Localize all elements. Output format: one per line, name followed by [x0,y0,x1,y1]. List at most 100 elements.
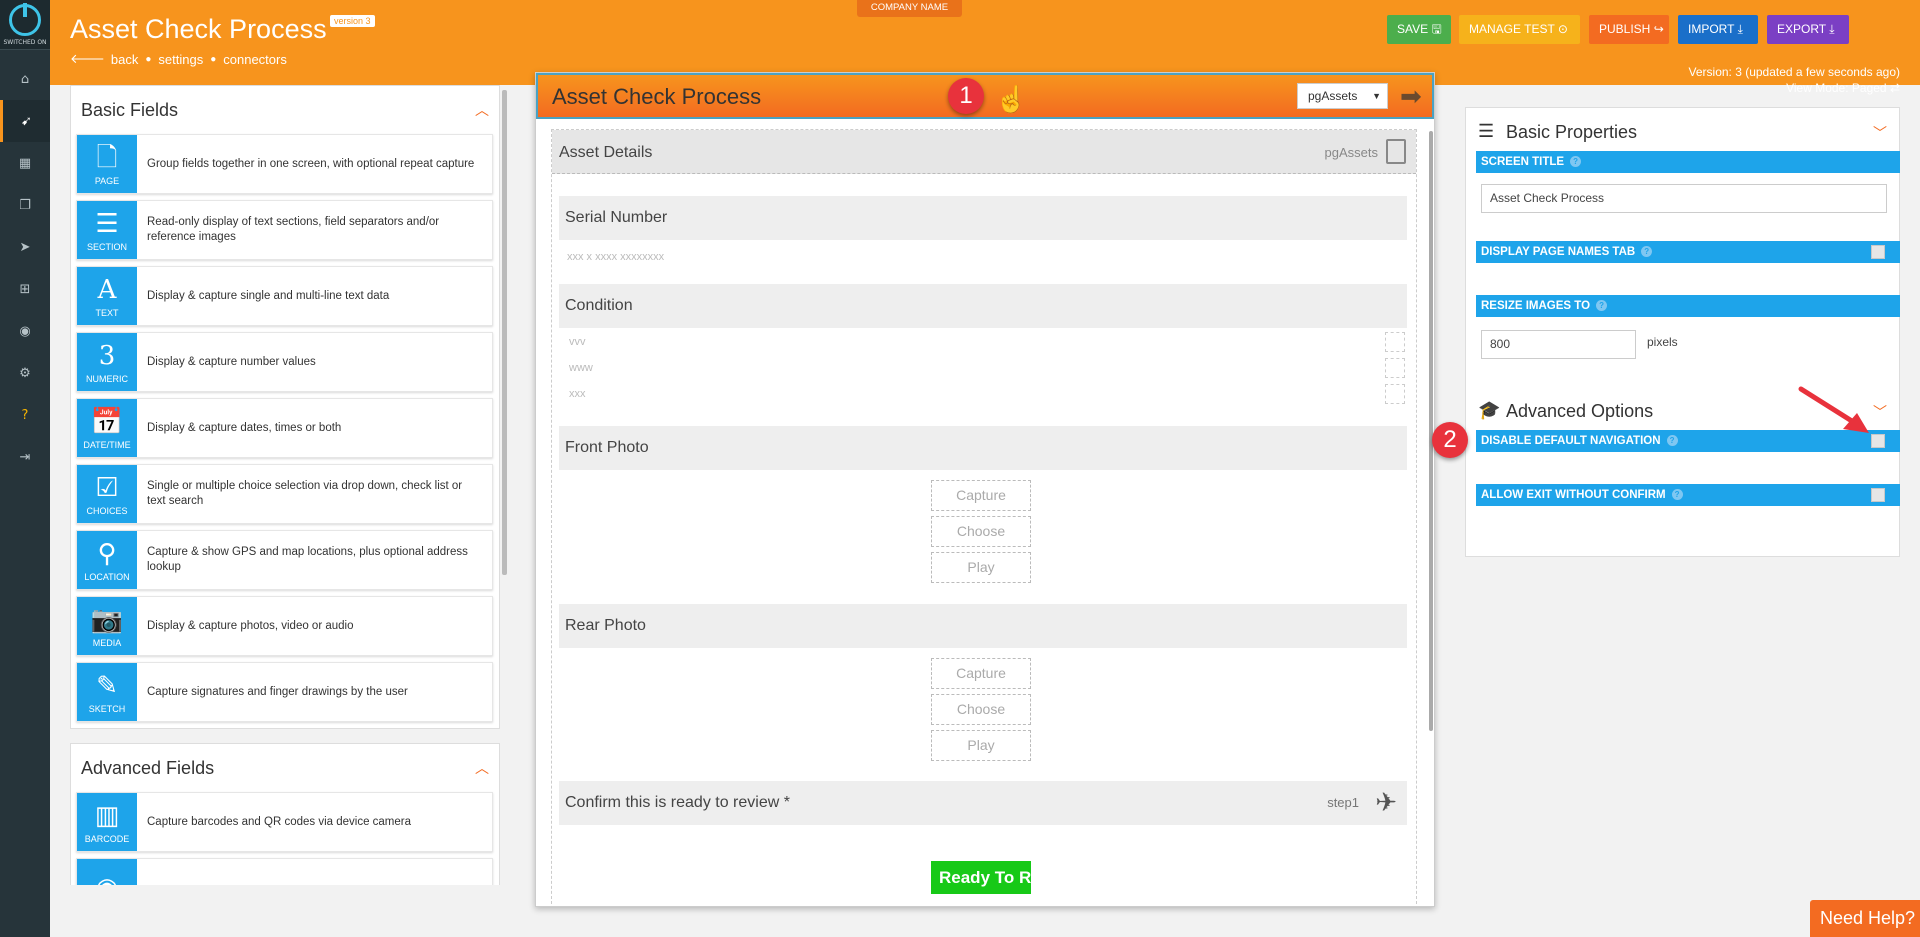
manage-test-button[interactable]: MANAGE TEST ⊙ [1459,15,1580,44]
condition-option[interactable]: vvv [567,330,1405,354]
field-card-date-time[interactable]: 📅 DATE/TIME Display & capture dates, times… [76,398,493,458]
advanced-options-title: Advanced Options [1506,401,1654,421]
checkbox [1385,384,1405,404]
field-card-section[interactable]: ☰ SECTION Read-only display of text sectio… [76,200,493,260]
confirm-field[interactable]: Confirm this is ready to review * step1 … [559,781,1407,825]
section-icon: ☰ SECTION [77,201,137,259]
field-card-text[interactable]: A TEXT Display & capture single and multi-… [76,266,493,326]
field-label: Condition [565,297,633,314]
field-card-location[interactable]: ⚲ LOCATION Capture & show GPS and map loca… [76,530,493,590]
caret-down-icon: ▼ [1372,91,1381,101]
allow-exit-label: ALLOW EXIT WITHOUT CONFIRM? [1476,484,1900,506]
page-icon: 🗋 PAGE [77,135,137,193]
resize-images-input[interactable]: 800 [1481,330,1636,359]
chevron-up-icon[interactable]: ︿ [475,758,489,778]
rocket-icon[interactable]: ➹ [0,100,50,142]
step-name: step1 [1327,795,1359,810]
basic-properties-title: Basic Properties [1506,122,1638,142]
condition-option[interactable]: xxx [567,382,1405,406]
play-circle-icon: ⊙ [1557,22,1568,36]
breadcrumb-back-link[interactable]: back [111,52,138,67]
table-icon[interactable]: ▦ [0,142,50,184]
field-type-name: SKETCH [88,704,126,714]
breadcrumb-separator: ● [145,53,152,65]
basic-fields-header[interactable]: Basic Fields ︿ [71,86,499,134]
publish-button[interactable]: PUBLISH ↪ [1589,15,1669,44]
basic-fields-section: Basic Fields ︿ 🗋 PAGE Group fields togethe… [70,85,500,729]
condition-field[interactable]: Condition [559,284,1407,328]
numeric-icon: 3 NUMERIC [77,333,137,391]
view-mode[interactable]: View Mode: Paged ⇄ [1689,80,1900,96]
app-logo[interactable]: SWITCHED ON [0,0,50,50]
field-type-name: PAGE [94,176,120,186]
cogs-icon[interactable]: ⚙ [0,352,50,394]
breadcrumb: 🡐 back ● settings ● connectors [70,51,287,67]
import-button[interactable]: IMPORT ⤓ [1678,15,1758,44]
field-description: Read-only display of text sections, fiel… [147,216,440,243]
allow-exit-checkbox[interactable] [1871,488,1885,502]
page-icon [1386,139,1406,164]
media-icon: 📷 MEDIA [77,597,137,655]
choose-button[interactable]: Choose [931,694,1031,725]
canvas-header[interactable]: Asset Check Process pgAssets ▼ ➡ [536,73,1434,119]
power-icon [9,3,41,36]
ready-to-review-button[interactable]: Ready To R [931,861,1031,894]
field-card-sketch[interactable]: ✎ SKETCH Capture signatures and finger dra… [76,662,493,722]
field-description: Group fields together in one screen, wit… [147,157,475,170]
play-button[interactable]: Play [931,552,1031,583]
field-type-name: NUMERIC [86,374,128,384]
capture-button[interactable]: Capture [931,658,1031,689]
field-description: Display & capture dates, times or both [147,421,342,434]
field-description: Single or multiple choice selection via … [147,480,463,507]
condition-option[interactable]: www [567,356,1405,380]
graduation-cap-icon: 🎓 [1478,400,1501,420]
annotation-arrow-icon [1798,386,1869,433]
field-description: Capture barcodes and QR codes via device… [147,815,412,828]
copy-icon[interactable]: ❐ [0,184,50,226]
field-card-partial[interactable]: ◉ [76,858,493,885]
page-select[interactable]: pgAssets ▼ [1297,83,1388,109]
front-photo-field[interactable]: Front Photo [559,426,1407,470]
chevron-down-icon[interactable]: ﹀ [1873,402,1887,422]
help-icon[interactable]: ? [0,394,50,436]
fields-scrollbar[interactable] [502,90,507,575]
back-arrow-icon[interactable]: 🡐 [70,51,105,67]
export-button[interactable]: EXPORT ⤓ [1767,15,1849,44]
home-icon[interactable]: ⌂ [0,58,50,100]
need-help-button[interactable]: Need Help? [1810,900,1920,937]
screen-title-input[interactable]: Asset Check Process [1481,184,1887,213]
canvas-scrollbar[interactable] [1429,131,1433,731]
send-icon[interactable]: ➤ [0,226,50,268]
serial-number-field[interactable]: Serial Number [559,196,1407,240]
basic-fields-list: 🗋 PAGE Group fields together in one screen… [71,134,499,722]
field-card-media[interactable]: 📷 MEDIA Display & capture photos, video or… [76,596,493,656]
play-button[interactable]: Play [931,730,1031,761]
field-card-choices[interactable]: ☑ CHOICES Single or multiple choice select… [76,464,493,524]
breadcrumb-settings-link[interactable]: settings [158,52,203,67]
serial-number-placeholder: xxx x xxxx xxxxxxxx [567,251,665,263]
version-info: Version: 3 (updated a few seconds ago) V… [1689,64,1900,96]
display-page-names-checkbox[interactable] [1871,245,1885,259]
help-icon: ? [1666,435,1678,446]
advanced-fields-header[interactable]: Advanced Fields ︿ [71,744,499,792]
chevron-up-icon[interactable]: ︿ [475,100,489,120]
rear-photo-field[interactable]: Rear Photo [559,604,1407,648]
sitemap-icon[interactable]: ⊞ [0,268,50,310]
field-card-page[interactable]: 🗋 PAGE Group fields together in one screen… [76,134,493,194]
field-card-numeric[interactable]: 3 NUMERIC Display & capture number values [76,332,493,392]
globe-icon[interactable]: ◉ [0,310,50,352]
field-card-barcode[interactable]: ▥ BARCODE Capture barcodes and QR codes vi… [76,792,493,852]
page-header[interactable]: Asset Details pgAssets [552,130,1416,174]
step-marker-2: 2 [1432,422,1468,458]
capture-button[interactable]: Capture [931,480,1031,511]
arrow-right-icon[interactable]: ➡ [1400,81,1422,112]
sign-out-icon[interactable]: ⇥ [0,436,50,478]
choose-button[interactable]: Choose [931,516,1031,547]
field-label: Confirm this is ready to review * [565,794,790,811]
basic-properties-header[interactable]: ☰ Basic Properties ﹀ [1466,113,1899,149]
save-icon: 🖫 [1431,22,1442,36]
save-button[interactable]: SAVE 🖫 [1387,15,1451,44]
chevron-down-icon[interactable]: ﹀ [1873,123,1887,143]
breadcrumb-connectors-link[interactable]: connectors [223,52,287,67]
page-container: Asset Details pgAssets Serial Number xxx… [551,129,1417,906]
